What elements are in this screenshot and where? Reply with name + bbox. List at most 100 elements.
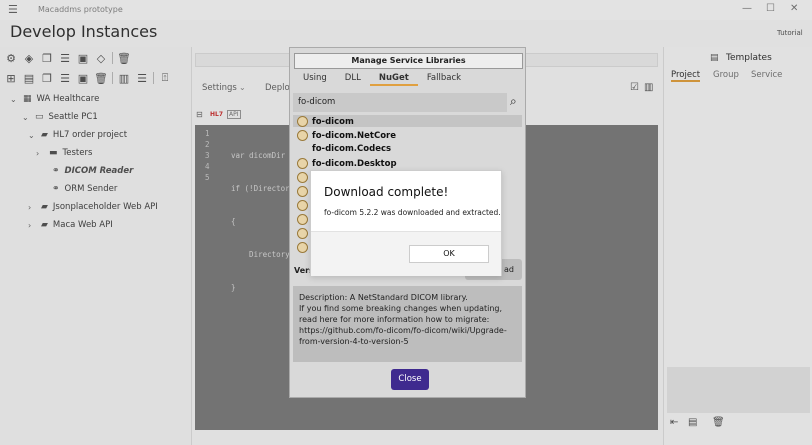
library-icon[interactable]: ▥ — [644, 82, 653, 93]
tab-using[interactable]: Using — [294, 72, 336, 86]
list-item[interactable] — [297, 172, 308, 183]
toolbar-divider — [112, 52, 113, 64]
duplicate-icon[interactable]: ❐ — [40, 71, 54, 85]
tree-node-selected[interactable]: ⚭ DICOM Reader — [52, 166, 133, 176]
api-icon[interactable]: API — [227, 110, 241, 119]
list-item[interactable] — [297, 214, 308, 225]
delete-icon[interactable]: 🗑 — [712, 417, 725, 428]
templates-pane: ▤ Templates Project Group Service ⇤ ▤ 🗑 — [663, 47, 812, 445]
tree-node-label: ORM Sender — [64, 184, 118, 194]
minimize-button[interactable]: — — [742, 3, 752, 14]
tree-node-label: Jsonplaceholder Web API — [52, 202, 158, 212]
app-title: Macaddms prototype — [38, 5, 123, 14]
package-description: Description: A NetStandard DICOM library… — [293, 286, 522, 362]
tab-nuget[interactable]: NuGet — [369, 72, 418, 86]
list-item[interactable] — [297, 228, 308, 239]
delete-icon[interactable]: 🗑 — [94, 71, 108, 85]
tree-node[interactable]: › ▰ Maca Web API — [28, 220, 113, 230]
tab-service[interactable]: Service — [751, 70, 782, 80]
save-icon[interactable]: ▣ — [76, 71, 90, 85]
tree-node[interactable]: ⚭ ORM Sender — [52, 184, 117, 194]
save-icon[interactable]: ▣ — [76, 51, 90, 65]
new-file-icon[interactable]: ▤ — [22, 71, 36, 85]
chevron-down-icon[interactable]: ⌄ — [10, 95, 18, 104]
package-icon[interactable]: ◇ — [94, 51, 108, 65]
ok-button[interactable]: OK — [409, 245, 489, 263]
package-name: fo-dicom.NetCore — [312, 130, 397, 141]
hamburger-menu-icon[interactable]: ☰ — [8, 3, 18, 16]
nuget-package-icon — [297, 116, 308, 127]
chevron-right-icon[interactable]: › — [28, 203, 36, 212]
hl7-icon[interactable]: HL7 — [210, 111, 223, 118]
link-icon: ⚭ — [52, 184, 60, 194]
list-item[interactable] — [297, 200, 308, 211]
description-text: Description: A NetStandard DICOM library… — [299, 293, 507, 346]
tree-node[interactable]: › ▬ Testers — [36, 148, 92, 158]
close-window-button[interactable]: ✕ — [790, 3, 798, 14]
code-line: if (!Director — [231, 184, 290, 193]
instances-pane: ⚙ ◈ ❐ ☰ ▣ ◇ 🗑 ⊞ ▤ ❐ ☰ ▣ 🗑 ▥ ☰ ⍐ ⌄ ▦ WA H… — [0, 47, 192, 445]
tree-node[interactable]: ⌄ ▰ HL7 order project — [28, 130, 127, 140]
delete-icon[interactable]: 🗑 — [117, 51, 131, 65]
nuget-package-icon — [297, 200, 308, 211]
server-icon[interactable]: ▥ — [117, 71, 131, 85]
chevron-right-icon[interactable]: › — [36, 149, 44, 158]
tab-dll[interactable]: DLL — [336, 72, 370, 86]
package-name: fo-dicom.Desktop — [312, 158, 397, 169]
template-preview — [667, 367, 810, 413]
chevron-down-icon[interactable]: ⌄ — [28, 131, 36, 140]
list-item[interactable]: fo-dicom.NetCore — [297, 130, 396, 141]
tree-node-label: WA Healthcare — [36, 94, 100, 104]
template-icon: ▤ — [710, 53, 719, 63]
tab-fallback[interactable]: Fallback — [418, 72, 470, 86]
tab-group[interactable]: Group — [713, 70, 739, 80]
tree-node[interactable]: ⌄ ▦ WA Healthcare — [10, 94, 99, 104]
deploy-icon[interactable]: ⍐ — [158, 71, 172, 85]
nuget-package-icon — [297, 172, 308, 183]
line-number: 3 — [205, 151, 210, 160]
list-item[interactable]: fo-dicom — [297, 116, 354, 127]
list-item[interactable]: fo-dicom.Desktop — [297, 158, 397, 169]
package-search-input[interactable]: fo-dicom — [293, 93, 507, 112]
nuget-package-icon — [297, 186, 308, 197]
add-instance-icon[interactable]: ⚙ — [4, 51, 18, 65]
new-file-icon[interactable]: ▤ — [688, 417, 697, 428]
package-name: fo-dicom — [312, 116, 354, 127]
cube-icon[interactable]: ◈ — [22, 51, 36, 65]
tree-node[interactable]: ⌄ ▭ Seattle PC1 — [22, 112, 98, 122]
tree-node-label: DICOM Reader — [64, 166, 134, 176]
tab-deploy[interactable]: Deplo — [265, 83, 290, 93]
tab-settings[interactable]: Settings — [202, 83, 237, 93]
tutorial-link[interactable]: Tutorial — [777, 29, 803, 37]
list-item[interactable]: fo-dicom.Codecs — [297, 144, 391, 154]
message-footer: OK — [311, 231, 501, 276]
tab-project[interactable]: Project — [671, 70, 701, 82]
maximize-button[interactable]: ☐ — [766, 3, 775, 14]
list-item[interactable] — [297, 242, 308, 253]
list-icon[interactable]: ☰ — [58, 71, 72, 85]
toolbar-row-2: ⊞ ▤ ❐ ☰ ▣ 🗑 ▥ ☰ ⍐ — [4, 69, 172, 87]
close-button[interactable]: Close — [391, 369, 429, 390]
tree-node[interactable]: › ▰ Jsonplaceholder Web API — [28, 202, 158, 212]
folder-icon: ▬ — [49, 148, 58, 158]
templates-title: Templates — [726, 53, 772, 63]
chevron-down-icon[interactable]: ⌄ — [22, 113, 30, 122]
import-icon[interactable]: ⇤ — [670, 417, 678, 428]
list-icon[interactable]: ☰ — [135, 71, 149, 85]
checklist-icon[interactable]: ☑ — [630, 82, 639, 93]
tree-node-label: Testers — [62, 148, 93, 158]
search-icon[interactable]: ⌕ — [510, 94, 517, 109]
tree-node-label: Seattle PC1 — [48, 112, 98, 122]
code-view-icon[interactable]: ⊟ — [196, 110, 203, 119]
toolbar-divider — [112, 72, 113, 84]
title-bar: ☰ Macaddms prototype — ☐ ✕ — [0, 0, 812, 20]
copy-icon[interactable]: ❐ — [40, 51, 54, 65]
list-icon[interactable]: ☰ — [58, 51, 72, 65]
chevron-down-icon[interactable]: ⌄ — [239, 83, 246, 92]
line-numbers: 1 2 3 4 5 — [205, 128, 210, 183]
code-line: } — [231, 283, 236, 292]
chevron-right-icon[interactable]: › — [28, 221, 36, 230]
code-line: Directory — [231, 250, 290, 259]
list-item[interactable] — [297, 186, 308, 197]
add-icon[interactable]: ⊞ — [4, 71, 18, 85]
